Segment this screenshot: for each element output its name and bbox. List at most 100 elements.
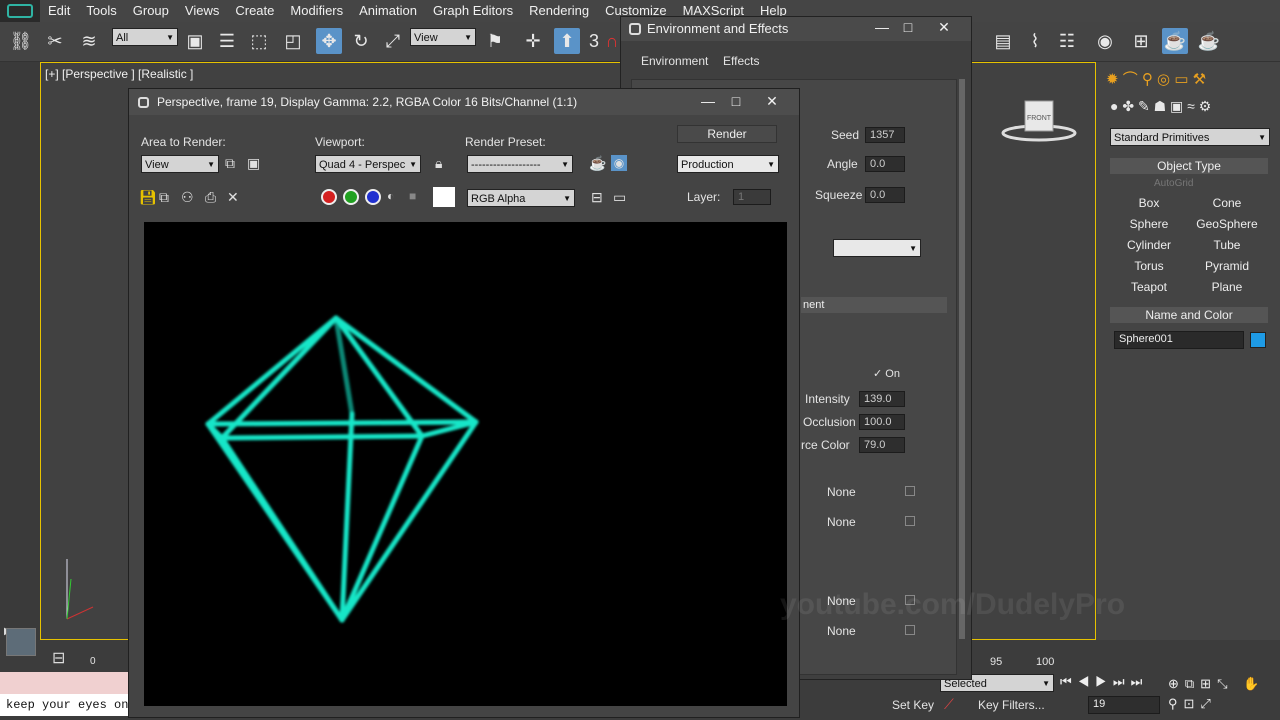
object-type-rollout[interactable]: Object Type <box>1110 158 1268 174</box>
env-maximize-button[interactable]: □ <box>897 17 919 37</box>
select-object-icon[interactable]: ▣ <box>182 28 208 54</box>
none-button-1[interactable]: None <box>827 485 856 499</box>
playback-controls[interactable]: ⏮◀▶⏭⏭ <box>1060 674 1160 694</box>
autogrid-checkbox[interactable]: AutoGrid <box>1154 178 1193 189</box>
copy-image-icon[interactable]: ⧉ <box>159 189 169 206</box>
create-plane-button[interactable]: Plane <box>1190 278 1264 296</box>
squeeze-spinner[interactable]: 0.0 <box>865 187 905 203</box>
create-category-icons[interactable]: ● ✤ ✎ ☗ ▣ ≈ ⚙ <box>1110 98 1276 118</box>
manipulate-icon[interactable]: ✛ <box>520 28 546 54</box>
viewcube-icon[interactable]: FRONT <box>1001 97 1077 143</box>
current-frame-field[interactable]: 19 <box>1088 696 1160 714</box>
blue-channel-toggle[interactable] <box>365 189 381 205</box>
create-teapot-button[interactable]: Teapot <box>1112 278 1186 296</box>
env-close-button[interactable]: ✕ <box>933 17 955 37</box>
none-checkbox-1[interactable] <box>905 486 915 496</box>
render-button[interactable]: Render <box>677 125 777 143</box>
render-setup-small-icon[interactable]: ☕ <box>589 155 606 172</box>
maxscript-input[interactable]: keep your eyes on <box>0 694 128 716</box>
material-editor-icon[interactable]: ◉ <box>1092 28 1118 54</box>
create-pyramid-button[interactable]: Pyramid <box>1190 257 1264 275</box>
none-button-2[interactable]: None <box>827 515 856 529</box>
pivot-icon[interactable]: ⚑ <box>482 28 508 54</box>
menu-rendering[interactable]: Rendering <box>521 0 597 22</box>
clear-image-icon[interactable]: ✕ <box>227 189 239 206</box>
tab-effects[interactable]: Effects <box>723 54 759 68</box>
menu-tools[interactable]: Tools <box>78 0 124 22</box>
scale-icon[interactable]: ⤢ <box>380 28 406 54</box>
env-dropdown[interactable] <box>833 239 921 258</box>
render-close-button[interactable]: ✕ <box>761 91 783 111</box>
env-minimize-button[interactable]: — <box>871 17 893 37</box>
intensity-spinner[interactable]: 139.0 <box>859 391 905 407</box>
render-preset-select[interactable]: ------------------- <box>467 155 573 174</box>
render-minimize-button[interactable]: — <box>697 91 719 111</box>
menu-views[interactable]: Views <box>177 0 227 22</box>
render-maximize-button[interactable]: □ <box>725 91 747 111</box>
menu-edit[interactable]: Edit <box>40 0 78 22</box>
edit-region-icon[interactable]: ⧉ <box>225 155 235 172</box>
env-on-checkbox[interactable]: ✓ On <box>873 367 900 380</box>
window-crossing-icon[interactable]: ◰ <box>280 28 306 54</box>
channel-select[interactable]: RGB Alpha <box>467 189 575 208</box>
color-swatch[interactable] <box>433 187 455 207</box>
ref-coord-select[interactable]: View <box>410 28 476 47</box>
bind-spacewarp-icon[interactable]: ≋ <box>76 28 102 54</box>
print-image-icon[interactable]: ⎙ <box>205 189 216 206</box>
app-logo[interactable] <box>0 0 40 22</box>
primitive-category-select[interactable]: Standard Primitives <box>1110 128 1270 147</box>
menu-graph-editors[interactable]: Graph Editors <box>425 0 521 22</box>
toggle-overlay-icon[interactable]: ▭ <box>613 189 626 206</box>
clone-window-icon[interactable]: ⚇ <box>181 189 194 206</box>
viewport-label[interactable]: [+] [Perspective ] [Realistic ] <box>45 67 193 81</box>
toggle-ui-icon[interactable]: ⊟ <box>591 189 603 206</box>
set-key-button[interactable]: Set Key <box>892 698 934 712</box>
keyboard-shortcut-icon[interactable]: ⬆ <box>554 28 580 54</box>
occlusion-spinner[interactable]: 100.0 <box>859 414 905 430</box>
trackbar-icon[interactable]: ⊟ <box>52 648 65 668</box>
none-checkbox-2[interactable] <box>905 516 915 526</box>
angle-spinner[interactable]: 0.0 <box>865 156 905 172</box>
lock-icon[interactable]: 🔒︎ <box>435 155 442 172</box>
key-filters-button[interactable]: Key Filters... <box>978 698 1045 712</box>
source-color-spinner[interactable]: 79.0 <box>859 437 905 453</box>
viewport-select[interactable]: Quad 4 - Perspec <box>315 155 421 174</box>
rect-selection-icon[interactable]: ⬚ <box>246 28 272 54</box>
alpha-channel-icon[interactable]: ◐ <box>387 189 394 203</box>
env-rollout-header[interactable]: nent <box>801 297 947 313</box>
menu-modifiers[interactable]: Modifiers <box>282 0 351 22</box>
render-frame-icon[interactable]: ☕ <box>1162 28 1188 54</box>
create-cylinder-button[interactable]: Cylinder <box>1112 236 1186 254</box>
layer-spinner[interactable]: 1 <box>733 189 771 205</box>
menu-group[interactable]: Group <box>125 0 177 22</box>
create-sphere-button[interactable]: Sphere <box>1112 215 1186 233</box>
link-icon[interactable]: ⛓ <box>8 28 34 54</box>
maxscript-listener[interactable] <box>0 672 128 694</box>
named-selection-icon[interactable]: ▤ <box>990 28 1016 54</box>
create-tab-icons[interactable]: ✹ ⌒ ⚲ ◎ ▭ ⚒ <box>1106 68 1276 88</box>
selection-filter-select[interactable]: All <box>112 28 178 47</box>
render-mode-select[interactable]: Production <box>677 155 779 174</box>
name-and-color-rollout[interactable]: Name and Color <box>1110 307 1268 323</box>
green-channel-toggle[interactable] <box>343 189 359 205</box>
snap-toggle[interactable]: 3 <box>586 28 602 54</box>
select-by-name-icon[interactable]: ☰ <box>214 28 240 54</box>
unlink-icon[interactable]: ✂ <box>42 28 68 54</box>
seed-spinner[interactable]: 1357 <box>865 127 905 143</box>
layer-thumb-icon[interactable] <box>6 628 36 656</box>
create-torus-button[interactable]: Torus <box>1112 257 1186 275</box>
schematic-view-icon[interactable]: ☷ <box>1054 28 1080 54</box>
monochrome-icon[interactable]: ■ <box>409 189 416 203</box>
key-icon[interactable]: ⟋ <box>944 696 954 713</box>
red-channel-toggle[interactable] <box>321 189 337 205</box>
curve-editor-icon[interactable]: ⌇ <box>1022 28 1048 54</box>
viewport-nav-controls[interactable]: ⊕⧉⊞⤡ ✋⚲⊡⤢ <box>1168 674 1278 714</box>
render-production-icon[interactable]: ☕ <box>1196 28 1222 54</box>
env-scrollbar[interactable] <box>959 79 965 639</box>
render-setup-icon[interactable]: ⊞ <box>1128 28 1154 54</box>
object-name-field[interactable]: Sphere001 <box>1114 331 1244 349</box>
create-box-button[interactable]: Box <box>1112 194 1186 212</box>
none-checkbox-4[interactable] <box>905 625 915 635</box>
create-geosphere-button[interactable]: GeoSphere <box>1190 215 1264 233</box>
create-tube-button[interactable]: Tube <box>1190 236 1264 254</box>
